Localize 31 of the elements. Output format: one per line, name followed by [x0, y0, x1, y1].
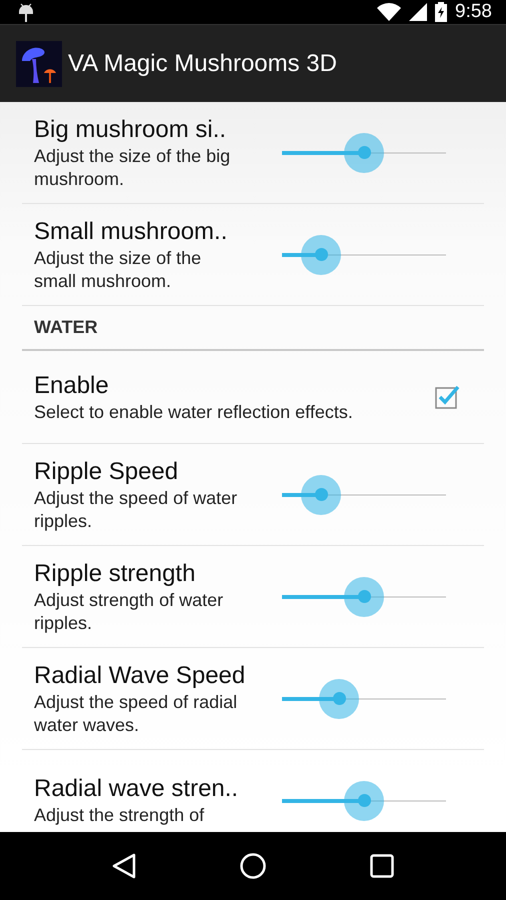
setting-title: Ripple Speed [34, 456, 180, 486]
setting-title: Enable [34, 370, 110, 400]
signal-icon [409, 3, 428, 21]
android-icon [18, 2, 34, 22]
setting-summary: Adjust strength of water ripples. [34, 588, 224, 634]
category-header: WATER [34, 316, 98, 339]
setting-title: Radial Wave Speed [34, 660, 246, 690]
setting-title: Big mushroom si.. [34, 114, 228, 144]
setting-summary: Adjust the strength of [34, 804, 206, 827]
app-title: VA Magic Mushrooms 3D [68, 48, 337, 78]
slider-thumb[interactable] [301, 474, 342, 514]
setting-summary: Adjust the size of the small mushroom. [34, 246, 202, 292]
setting-title: Radial wave stren.. [34, 774, 240, 804]
checkbox[interactable] [434, 384, 460, 410]
slider-thumb[interactable] [344, 576, 384, 616]
setting-summary: Adjust the speed of radial water waves. [34, 690, 238, 736]
setting-summary: Adjust the speed of water ripples. [34, 486, 238, 532]
slider-thumb[interactable] [301, 234, 342, 274]
home-icon[interactable] [240, 853, 266, 879]
app-icon [16, 40, 62, 86]
setting-summary: Select to enable water reflection effects. [34, 400, 354, 424]
setting-summary: Adjust the size of the big mushroom. [34, 144, 232, 190]
slider-thumb[interactable] [344, 780, 384, 820]
slider-thumb[interactable] [319, 678, 360, 718]
recents-icon[interactable] [370, 854, 394, 878]
slider-thumb[interactable] [344, 132, 384, 172]
back-icon[interactable] [112, 853, 136, 879]
setting-title: Small mushroom.. [34, 216, 228, 246]
clock: 9:58 [455, 0, 492, 24]
setting-title: Ripple strength [34, 558, 196, 588]
wifi-icon [377, 3, 402, 21]
